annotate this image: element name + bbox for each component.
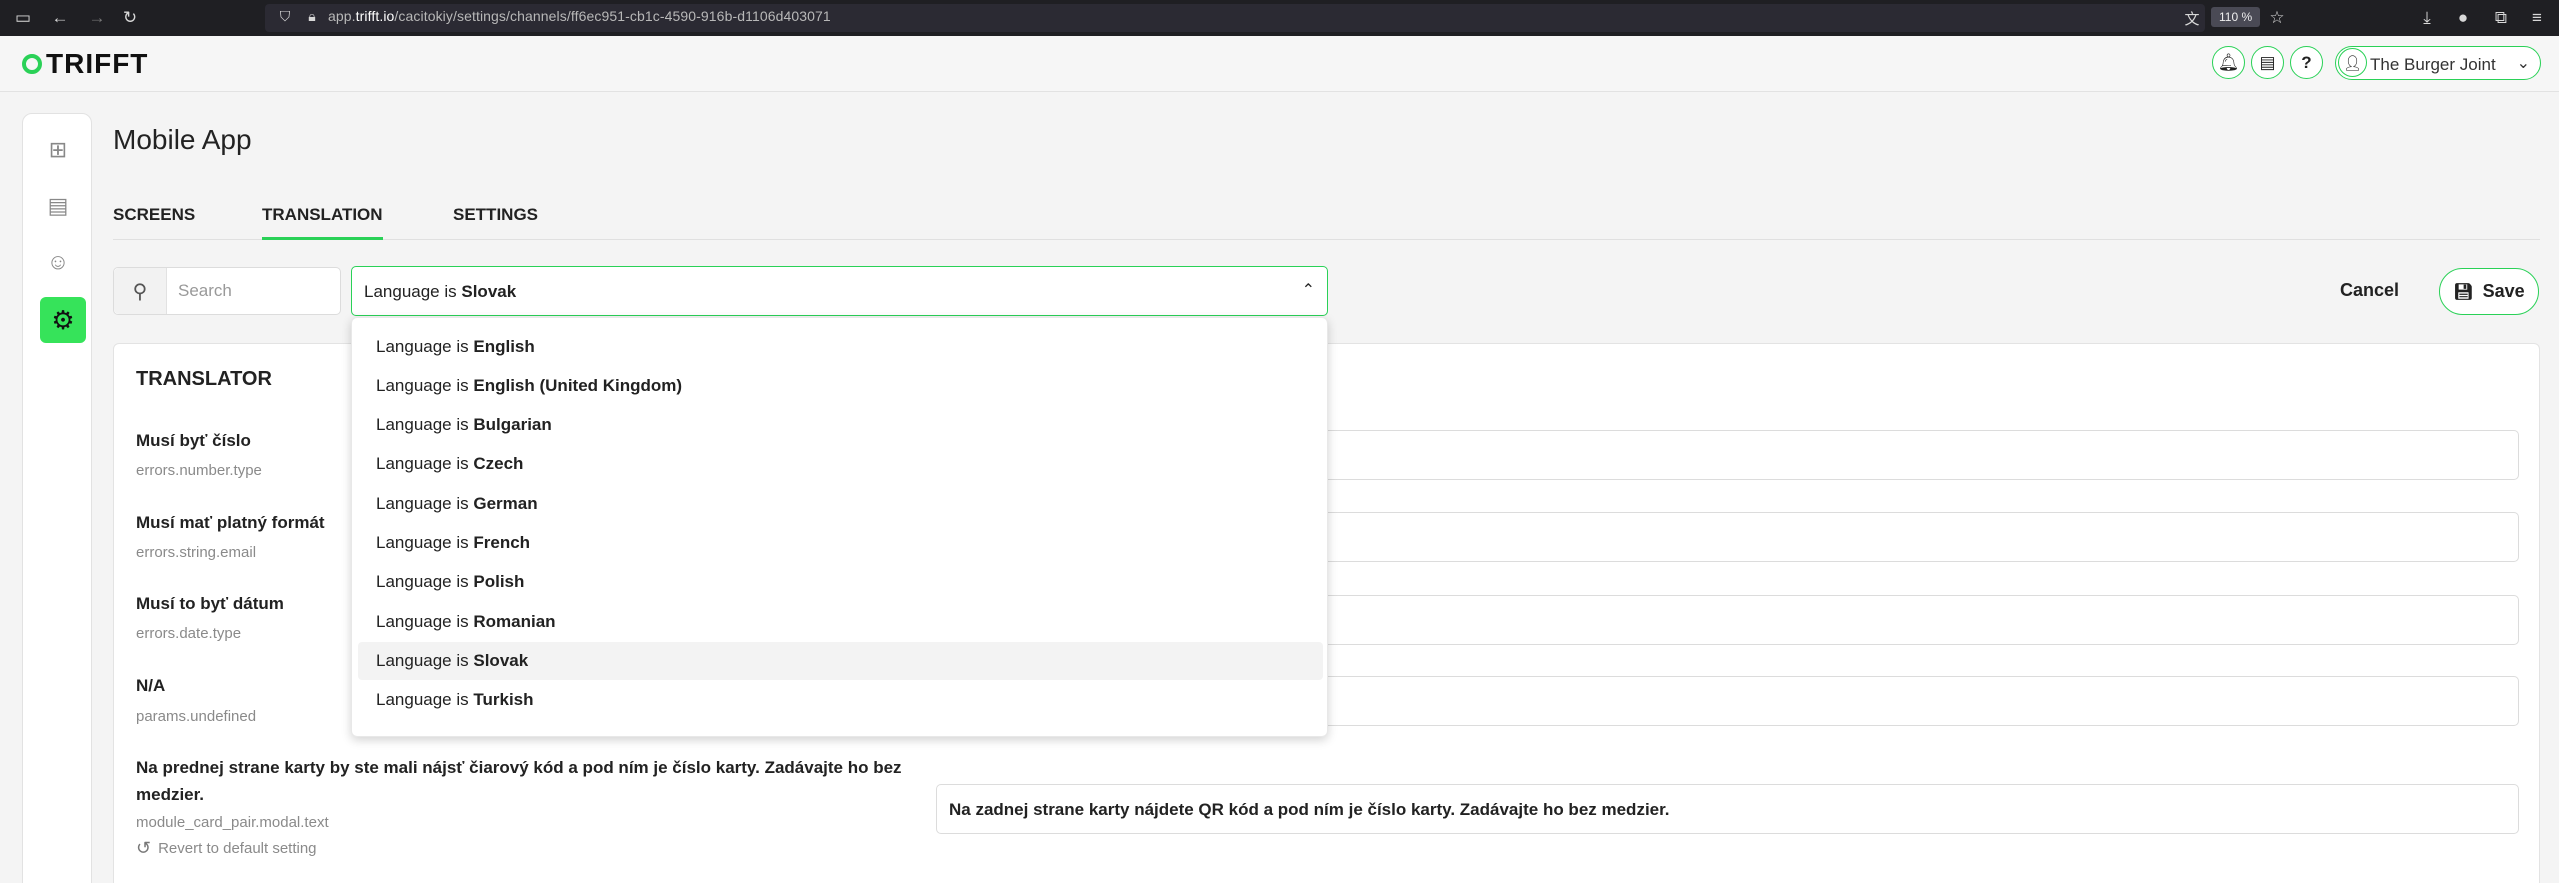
tab-bar: SCREENS TRANSLATION SETTINGS xyxy=(113,195,2540,240)
chevron-up-icon: ⌃ xyxy=(1301,282,1315,299)
language-select-value: Language is Slovak xyxy=(364,282,517,301)
account-name: The Burger Joint xyxy=(2370,55,2496,74)
url-text[interactable]: app.trifft.io/cacitokiy/settings/channel… xyxy=(328,8,831,24)
dashboard-icon: ⊞ xyxy=(48,137,68,162)
history-icon: ↺ xyxy=(136,838,152,858)
account-menu-button[interactable]: 👤︎ The Burger Joint ⌄ xyxy=(2335,46,2541,80)
translation-value: Na zadnej strane karty nájdete QR kód a … xyxy=(949,800,1670,819)
user-avatar-icon: 👤︎ xyxy=(2338,48,2367,77)
row-key: errors.number.type xyxy=(136,462,262,479)
row-label: Na prednej strane karty by ste mali nájs… xyxy=(136,758,902,804)
notifications-button[interactable]: 🔔︎ xyxy=(2212,46,2245,79)
language-option[interactable]: Language is French xyxy=(358,524,1323,562)
row-key: params.undefined xyxy=(136,708,257,725)
row-key: module_card_pair.modal.text xyxy=(136,814,329,831)
search-box: ⚲ xyxy=(113,267,341,315)
row-key: errors.date.type xyxy=(136,625,242,642)
language-option[interactable]: Language is English (United Kingdom) xyxy=(358,367,1323,405)
nav-settings[interactable]: ⚙ xyxy=(40,297,86,343)
search-icon: ⚲ xyxy=(114,268,167,314)
extensions-icon[interactable]: ⧉ xyxy=(2492,8,2510,28)
logo-ring-icon xyxy=(22,54,42,74)
floppy-disk-icon: 💾︎ xyxy=(2453,283,2474,301)
chevron-down-icon: ⌄ xyxy=(2516,55,2530,72)
row-label: Musí byť číslo xyxy=(136,431,251,450)
shield-icon[interactable]: ⛉ xyxy=(276,8,294,25)
nav-dashboard[interactable]: ⊞ xyxy=(41,133,75,167)
side-nav: ⊞ ▤ ☺ ⚙ xyxy=(22,113,92,883)
menu-icon[interactable]: ≡ xyxy=(2528,8,2546,28)
language-option[interactable]: Language is Turkish xyxy=(358,681,1323,719)
chat-icon: ▤ xyxy=(2259,52,2276,72)
language-option[interactable]: Language is Romanian xyxy=(358,603,1323,641)
search-input[interactable] xyxy=(178,280,328,302)
save-label: Save xyxy=(2482,281,2525,301)
messages-button[interactable]: ▤ xyxy=(2251,46,2284,79)
row-label: Musí mať platný formát xyxy=(136,513,325,532)
gear-icon: ⚙ xyxy=(51,304,75,335)
tab-screens[interactable]: SCREENS xyxy=(113,205,195,240)
document-icon: ▤ xyxy=(47,193,69,218)
nav-customers[interactable]: ☺ xyxy=(41,245,75,279)
translation-input[interactable]: Na zadnej strane karty nájdete QR kód a … xyxy=(936,784,2519,834)
translate-icon[interactable]: 文 xyxy=(2183,8,2201,29)
zoom-level-badge[interactable]: 110 % xyxy=(2211,7,2261,27)
language-option[interactable]: Language is German xyxy=(358,485,1323,523)
trifft-logo[interactable]: TRIFFT xyxy=(22,48,148,80)
sidebar-toggle-icon[interactable]: ▭ xyxy=(14,8,32,28)
profile-icon[interactable]: ● xyxy=(2454,8,2472,28)
bell-icon: 🔔︎ xyxy=(2217,52,2240,72)
app-header: TRIFFT 🔔︎ ▤ ? 👤︎ The Burger Joint ⌄ xyxy=(0,36,2559,92)
row-label: Musí to byť dátum xyxy=(136,594,284,613)
smiley-icon: ☺ xyxy=(46,249,70,274)
nav-content[interactable]: ▤ xyxy=(41,189,75,223)
question-icon: ? xyxy=(2301,52,2312,72)
browser-toolbar: ▭ ← → ↻ ⛉ 🔒︎ app.trifft.io/cacitokiy/set… xyxy=(0,0,2559,36)
tab-translation[interactable]: TRANSLATION xyxy=(262,205,383,240)
language-option[interactable]: Language is Bulgarian xyxy=(358,406,1323,444)
panel-title: TRANSLATOR xyxy=(136,368,272,390)
row-label: N/A xyxy=(136,676,166,695)
language-option[interactable]: Language is Czech xyxy=(358,445,1323,483)
tab-settings[interactable]: SETTINGS xyxy=(453,205,538,240)
language-option[interactable]: Language is Polish xyxy=(358,563,1323,601)
revert-default-link[interactable]: ↺ Revert to default setting xyxy=(136,838,317,859)
page-title: Mobile App xyxy=(113,124,252,155)
cancel-button[interactable]: Cancel xyxy=(2340,280,2399,301)
language-option[interactable]: Language is English xyxy=(358,328,1323,366)
row-key: errors.string.email xyxy=(136,544,257,561)
help-button[interactable]: ? xyxy=(2290,46,2323,79)
bookmark-star-icon[interactable]: ☆ xyxy=(2268,8,2286,28)
revert-label: Revert to default setting xyxy=(158,840,317,857)
forward-icon[interactable]: → xyxy=(88,8,106,28)
back-icon[interactable]: ← xyxy=(51,8,69,28)
language-option-selected[interactable]: Language is Slovak xyxy=(358,642,1323,680)
reload-icon[interactable]: ↻ xyxy=(121,8,139,28)
language-dropdown: Language is English Language is English … xyxy=(351,317,1328,737)
lock-icon[interactable]: 🔒︎ xyxy=(303,8,321,25)
downloads-icon[interactable]: ⤓ xyxy=(2418,8,2436,28)
save-button[interactable]: 💾︎ Save xyxy=(2439,268,2539,315)
language-select[interactable]: Language is Slovak ⌃ xyxy=(351,266,1328,316)
logo-text: TRIFFT xyxy=(46,48,149,79)
